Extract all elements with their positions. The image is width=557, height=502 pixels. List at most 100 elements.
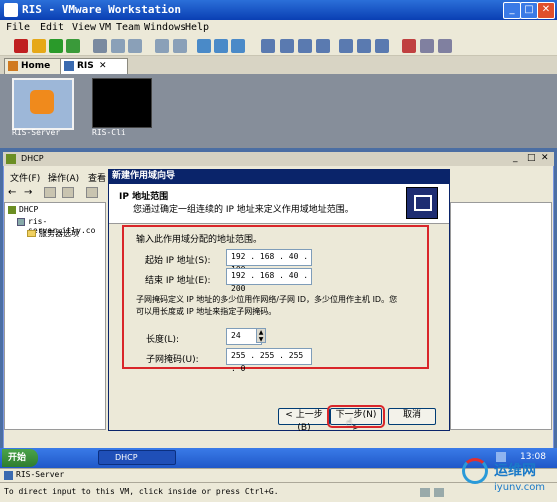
properties-icon[interactable] [62,187,74,198]
menu-edit[interactable]: Edit [40,22,64,33]
quick-switch-icon[interactable] [280,39,294,53]
menu-file[interactable]: File [6,22,30,33]
thumbnail-icon[interactable] [357,39,371,53]
start-ip-label: 起始 IP 地址(S): [145,256,211,266]
close-button[interactable]: ✕ [537,2,555,19]
mask-note-line2: 可以用长度或 IP 地址来指定子网掩码。 [136,307,277,316]
record-icon[interactable] [402,39,416,53]
length-spinner[interactable]: ▲ ▼ [256,328,266,343]
replay-icon[interactable] [420,39,434,53]
subnet-mask-field[interactable]: 255 . 255 . 255 . 0 [226,348,312,373]
menu-windows[interactable]: Windows [144,22,186,33]
tab-bar: Home RIS ✕ [0,56,557,74]
clone-icon[interactable] [155,39,169,53]
vm-icon [64,61,74,71]
dhcp-menu-view[interactable]: 查看 [88,171,106,184]
dhcp-icon [6,154,16,164]
menu-team[interactable]: Team [116,22,140,33]
folder-icon [27,230,36,237]
wizard-title: 新建作用域向导 [108,169,450,184]
reset-icon[interactable] [66,39,80,53]
wizard-subheading: 您通过确定一组连续的 IP 地址来定义作用域地址范围。 [133,205,354,215]
home-icon [8,61,18,71]
devices-icon[interactable] [214,39,228,53]
mouse-cursor-icon: ☝ [346,416,353,429]
watermark: 运维网 iyunv.com [462,456,554,500]
title-bar: RIS - VMware Workstation _ □ ✕ [0,0,557,20]
tab-ris[interactable]: RIS ✕ [60,58,128,74]
menu-help[interactable]: Help [185,22,209,33]
usb-icon[interactable] [231,39,245,53]
cancel-button[interactable]: 取消 [388,408,436,425]
app-icon [4,3,18,17]
dhcp-console-title: DHCP [21,154,44,163]
revert-icon[interactable] [111,39,125,53]
menu-view[interactable]: View [72,22,96,33]
up-icon[interactable] [44,187,56,198]
vm-status-icon [4,471,13,480]
dhcp-console-minimize[interactable]: _ [513,153,518,163]
watermark-text: 运维网 [494,463,536,479]
watermark-url: iyunv.com [494,482,546,493]
taskbar-dhcp-item[interactable]: DHCP [98,450,176,465]
tree-server-options[interactable]: 服务器选项 [39,228,79,239]
help-icon[interactable] [86,187,98,198]
team-icon[interactable] [173,39,187,53]
dhcp-console-maximize[interactable]: □ [527,153,536,163]
toolbar [0,36,557,56]
back-icon[interactable]: ← [8,187,16,198]
appliance-icon[interactable] [375,39,389,53]
vm-thumbnail-label: RIS-Cli [92,128,126,137]
sidebar-icon[interactable] [261,39,275,53]
summary-icon[interactable] [316,39,330,53]
dhcp-tree: DHCP ris-server.itly.co 服务器选项 [4,202,106,430]
dhcp-detail-pane [450,202,552,430]
vm-thumbnail-ris-server[interactable] [12,78,74,130]
vm-status-name: RIS-Server [16,470,65,479]
wizard-logo-icon [406,187,438,219]
vm-thumbnail-strip: RIS-Server RIS-Cli [0,74,557,148]
console-icon[interactable] [339,39,353,53]
mask-note-line1: 子网掩码定义 IP 地址的多少位用作网络/子网 ID，多少位用作主机 ID。您 [136,295,398,304]
wizard-header: IP 地址范围 您通过确定一组连续的 IP 地址来定义作用域地址范围。 [109,184,449,224]
tab-home-label: Home [21,61,51,71]
start-button[interactable]: 开始 [2,449,38,467]
server-icon [17,218,25,226]
forward-icon[interactable]: → [24,187,32,198]
maximize-button[interactable]: □ [520,2,538,19]
next-button[interactable]: 下一步(N) > [327,405,385,433]
fullscreen-icon[interactable] [298,39,312,53]
end-ip-field[interactable]: 192 . 168 . 40 . 200 [226,268,312,293]
watermark-logo [462,458,488,484]
power-on-icon[interactable] [49,39,63,53]
instruction-text: 输入此作用域分配的地址范围。 [136,235,263,245]
snapshot-icon[interactable] [93,39,107,53]
tab-ris-label: RIS [77,61,94,71]
vm-thumbnail-ris-client[interactable] [92,78,152,128]
tree-root[interactable]: DHCP [19,205,38,214]
snapshot-manager-icon[interactable] [128,39,142,53]
start-ip-field[interactable]: 192 . 168 . 40 . 100 [226,249,312,274]
dhcp-root-icon [8,206,16,214]
subnet-mask-label: 子网掩码(U): [146,355,199,365]
menu-vm[interactable]: VM [99,22,111,33]
dhcp-menu-file[interactable]: 文件(F) [10,171,40,184]
tab-close-icon[interactable]: ✕ [99,59,107,73]
window-title: RIS - VMware Workstation [22,3,181,16]
taskbar-dhcp-label: DHCP [115,453,138,462]
end-ip-label: 结束 IP 地址(E): [145,276,211,286]
dhcp-menu-action[interactable]: 操作(A) [48,171,79,184]
wizard-heading: IP 地址范围 [119,192,169,202]
dhcp-console-close[interactable]: ✕ [541,153,549,163]
power-off-icon[interactable] [14,39,28,53]
suspend-icon[interactable] [32,39,46,53]
menu-bar: File Edit View VM Team Windows Help [0,20,557,36]
dhcp-console-titlebar: DHCP _ □ ✕ [3,152,554,166]
debug-icon[interactable] [438,39,452,53]
length-label: 长度(L): [146,335,180,345]
status-hint: To direct input to this VM, click inside… [4,487,279,496]
back-button[interactable]: < 上一步(B) [278,408,330,433]
minimize-button[interactable]: _ [503,2,521,19]
network-icon[interactable] [197,39,211,53]
vmware-logo-icon [30,90,54,114]
